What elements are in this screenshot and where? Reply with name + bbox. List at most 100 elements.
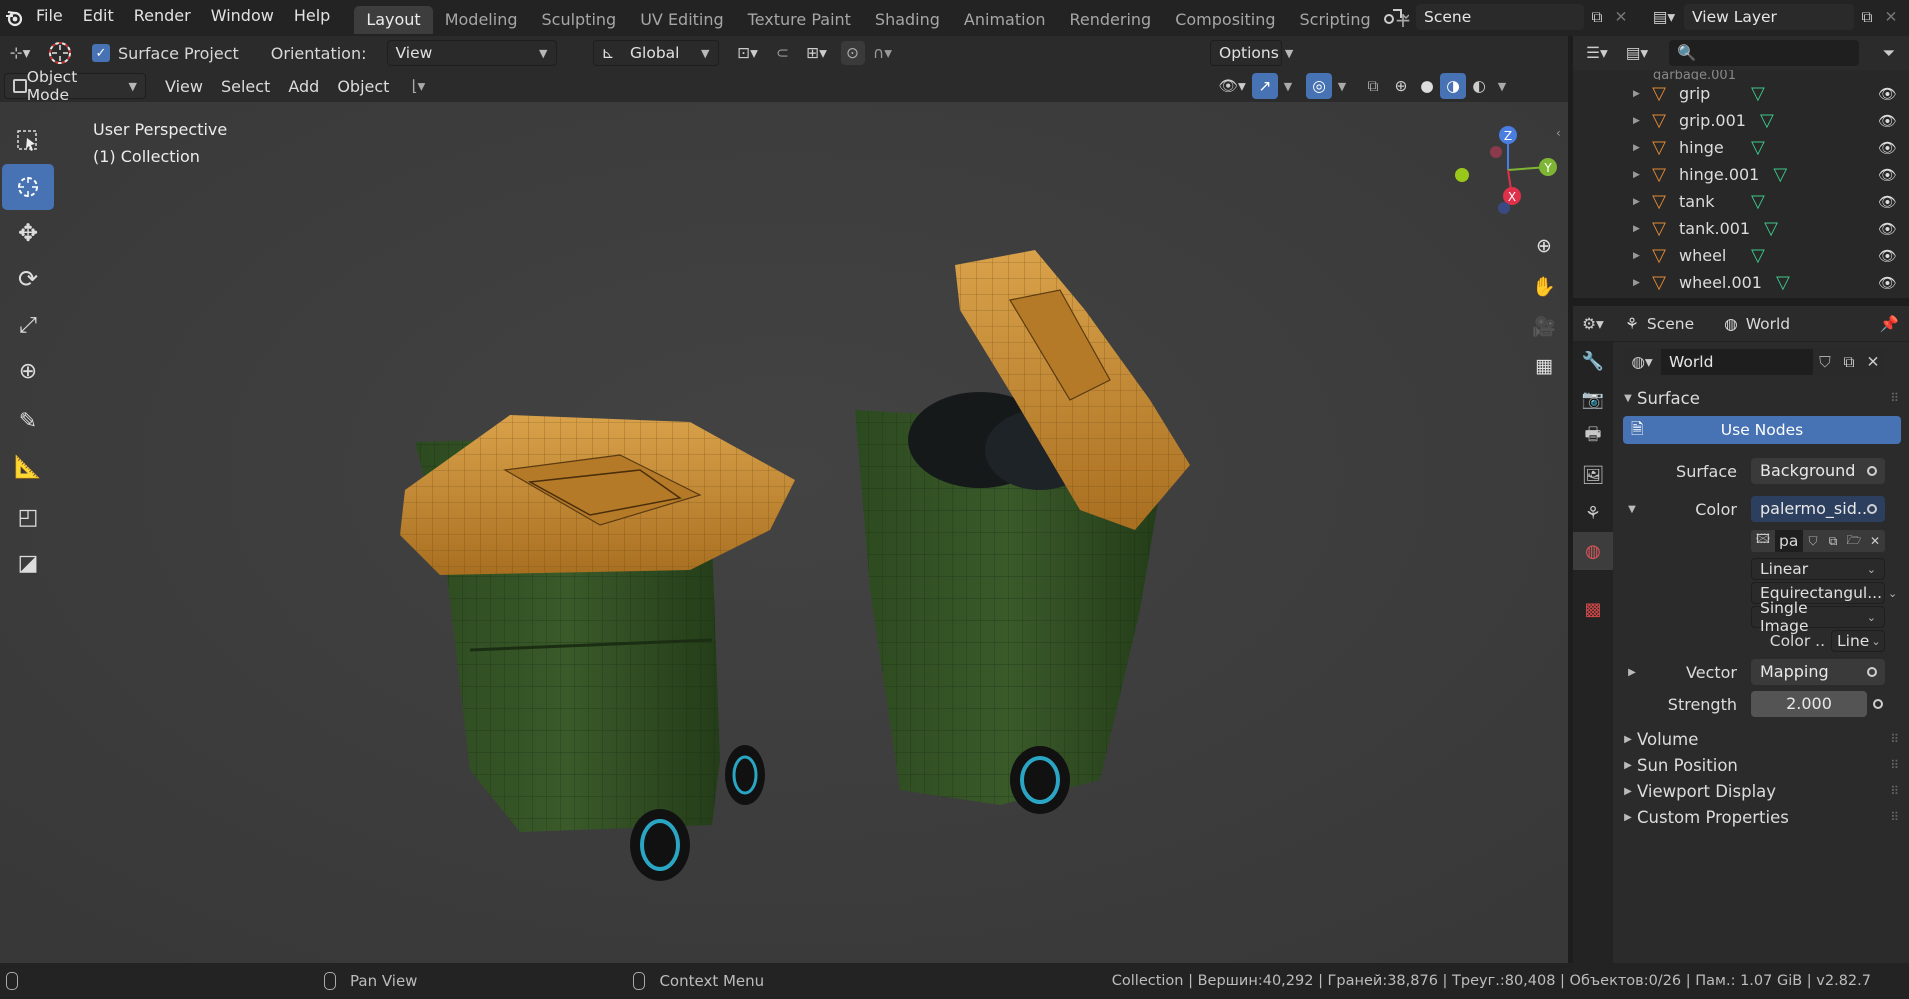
- list-item[interactable]: garbage.001: [1573, 70, 1909, 80]
- delete-scene-icon[interactable]: ✕: [1610, 8, 1632, 26]
- properties-editor-icon[interactable]: ⚙▾: [1573, 315, 1613, 333]
- vector-field[interactable]: Mapping: [1751, 659, 1885, 685]
- snap-toggle-icon[interactable]: ⊂: [769, 44, 797, 62]
- visibility-eye-icon[interactable]: 👁: [1878, 247, 1897, 265]
- image-new-icon[interactable]: ⧉: [1823, 530, 1843, 552]
- outliner-item[interactable]: ▶ ▽ tank.001 ▽ 👁: [1573, 215, 1909, 242]
- collapsed-triangle-icon[interactable]: ▶: [1623, 667, 1641, 678]
- tab-layout[interactable]: Layout: [354, 6, 433, 34]
- overlays-dropdown-icon[interactable]: ▼: [1332, 80, 1352, 93]
- expand-arrow-icon[interactable]: ▶: [1633, 251, 1647, 261]
- orientation-dropdown[interactable]: View ▼: [386, 40, 557, 66]
- drag-handle-icon[interactable]: ⠿: [1890, 810, 1899, 824]
- mode-dropdown[interactable]: Object Mode ▼: [4, 68, 146, 104]
- tab-rendering[interactable]: Rendering: [1058, 6, 1164, 34]
- transform-orientation-dropdown[interactable]: ⊾ Global ▼: [592, 40, 719, 66]
- source-dropdown[interactable]: Single Image ⌄: [1751, 599, 1885, 635]
- tab-animation[interactable]: Animation: [952, 6, 1058, 34]
- scene-tab-icon[interactable]: ⚘: [1573, 494, 1613, 532]
- drag-handle-icon[interactable]: ⠿: [1890, 391, 1899, 405]
- ortho-grid-icon[interactable]: ▦: [1526, 348, 1562, 384]
- expand-arrow-icon[interactable]: ▶: [1633, 116, 1647, 126]
- move-tool[interactable]: ✥: [2, 210, 54, 256]
- unlink-world-icon[interactable]: ✕: [1861, 349, 1885, 375]
- panel-header[interactable]: ▶ Sun Position ⠿: [1613, 752, 1909, 778]
- menu-add[interactable]: Add: [279, 77, 328, 96]
- output-tab-icon[interactable]: 🖶: [1573, 418, 1613, 456]
- transform-affect-icon[interactable]: ⌊▾: [398, 77, 438, 95]
- tab-shading[interactable]: Shading: [863, 6, 952, 34]
- menu-render[interactable]: Render: [124, 0, 201, 36]
- xray-toggle-icon[interactable]: ⧉: [1358, 77, 1388, 96]
- transform-tool[interactable]: ⊕: [2, 348, 54, 394]
- collapse-sidebar-icon[interactable]: ‹: [1556, 126, 1561, 140]
- expand-arrow-icon[interactable]: ▶: [1633, 89, 1647, 99]
- surface-shader-field[interactable]: Background: [1751, 458, 1885, 484]
- outliner-item[interactable]: ▶ ▽ grip ▽ 👁: [1573, 80, 1909, 107]
- panel-header[interactable]: ▶ Volume ⠿: [1613, 726, 1909, 752]
- tab-texture-paint[interactable]: Texture Paint: [736, 6, 863, 34]
- world-tab-icon[interactable]: ◍: [1573, 532, 1613, 570]
- shading-dropdown-icon[interactable]: ▼: [1492, 80, 1512, 93]
- view-layer-icon[interactable]: ▤▾: [1644, 8, 1684, 26]
- drag-handle-icon[interactable]: ⠿: [1890, 784, 1899, 798]
- menu-select[interactable]: Select: [212, 77, 279, 96]
- view-layer-tab-icon[interactable]: 🖼: [1573, 456, 1613, 494]
- outliner-item[interactable]: ▶ ▽ wheel.001 ▽ 👁: [1573, 269, 1909, 296]
- expanded-triangle-icon[interactable]: ▼: [1623, 504, 1641, 515]
- camera-view-icon[interactable]: 🎥: [1526, 308, 1562, 344]
- tab-modeling[interactable]: Modeling: [433, 6, 530, 34]
- menu-edit[interactable]: Edit: [73, 0, 124, 36]
- scene-field[interactable]: Scene: [1416, 4, 1584, 30]
- falloff-icon[interactable]: ∩▾: [865, 44, 901, 62]
- menu-help[interactable]: Help: [284, 0, 340, 36]
- strength-slider[interactable]: 2.000: [1751, 691, 1867, 717]
- new-scene-icon[interactable]: ⧉: [1584, 8, 1610, 27]
- outliner-search[interactable]: 🔍: [1669, 40, 1859, 66]
- menu-object[interactable]: Object: [328, 77, 398, 96]
- editor-type-icon[interactable]: ⊹▾: [0, 44, 40, 62]
- view-layer-field[interactable]: View Layer: [1684, 4, 1854, 30]
- wireframe-shading-icon[interactable]: ⊕: [1388, 77, 1414, 95]
- pin-icon[interactable]: 📌: [1880, 315, 1899, 333]
- outliner-editor-icon[interactable]: ☰▾: [1577, 44, 1617, 62]
- visibility-eye-icon[interactable]: 👁: [1878, 139, 1897, 157]
- visibility-eye-icon[interactable]: 👁: [1878, 166, 1897, 184]
- outliner-item[interactable]: ▶ ▽ hinge ▽ 👁: [1573, 134, 1909, 161]
- overlays-toggle-icon[interactable]: ◎: [1306, 73, 1332, 99]
- pivot-point-icon[interactable]: ⊡▾: [727, 44, 769, 62]
- gizmo-dropdown-icon[interactable]: ▼: [1278, 80, 1298, 93]
- outliner-item[interactable]: ▶ ▽ grip.001 ▽ 👁: [1573, 107, 1909, 134]
- select-box-tool[interactable]: [2, 118, 54, 164]
- image-name-field[interactable]: pa: [1775, 530, 1803, 552]
- menu-file[interactable]: File: [26, 0, 73, 36]
- measure-tool[interactable]: 📐: [2, 444, 54, 490]
- cursor-tool[interactable]: [2, 164, 54, 210]
- annotate-tool[interactable]: ✎: [2, 398, 54, 444]
- world-browse-icon[interactable]: ◍▾: [1623, 349, 1661, 375]
- outliner-item[interactable]: ▶ ▽ hinge.001 ▽ 👁: [1573, 161, 1909, 188]
- tab-compositing[interactable]: Compositing: [1163, 6, 1287, 34]
- scale-tool[interactable]: ⤢: [2, 302, 54, 348]
- visibility-eye-icon[interactable]: 👁: [1878, 274, 1897, 292]
- tab-uv-editing[interactable]: UV Editing: [628, 6, 735, 34]
- texture-tab-icon[interactable]: ▩: [1573, 590, 1613, 628]
- breadcrumb-scene[interactable]: Scene: [1647, 315, 1694, 333]
- visibility-eye-icon[interactable]: 👁: [1878, 220, 1897, 238]
- render-tab-icon[interactable]: 📷: [1573, 380, 1613, 418]
- surface-panel-header[interactable]: ▼ Surface ⠿: [1613, 382, 1909, 414]
- visibility-icon[interactable]: 👁▾: [1212, 77, 1252, 95]
- fake-user-icon[interactable]: ⛉: [1813, 349, 1837, 375]
- image-fake-user-icon[interactable]: ⛉: [1803, 530, 1823, 552]
- tool-tab-icon[interactable]: 🔧: [1573, 342, 1613, 380]
- surface-project-checkbox[interactable]: ✓: [92, 44, 110, 62]
- filter-icon[interactable]: ⏷: [1869, 44, 1909, 63]
- snap-target-icon[interactable]: ⊞▾: [797, 44, 837, 62]
- tab-scripting[interactable]: Scripting: [1288, 6, 1383, 34]
- tab-sculpting[interactable]: Sculpting: [529, 6, 628, 34]
- color-texture-field[interactable]: palermo_sid..: [1751, 496, 1885, 522]
- use-nodes-button[interactable]: 🗎 Use Nodes: [1623, 416, 1901, 444]
- image-browse-icon[interactable]: 🖾: [1751, 530, 1775, 552]
- visibility-eye-icon[interactable]: 👁: [1878, 85, 1897, 103]
- material-shading-icon[interactable]: ◑: [1440, 73, 1466, 99]
